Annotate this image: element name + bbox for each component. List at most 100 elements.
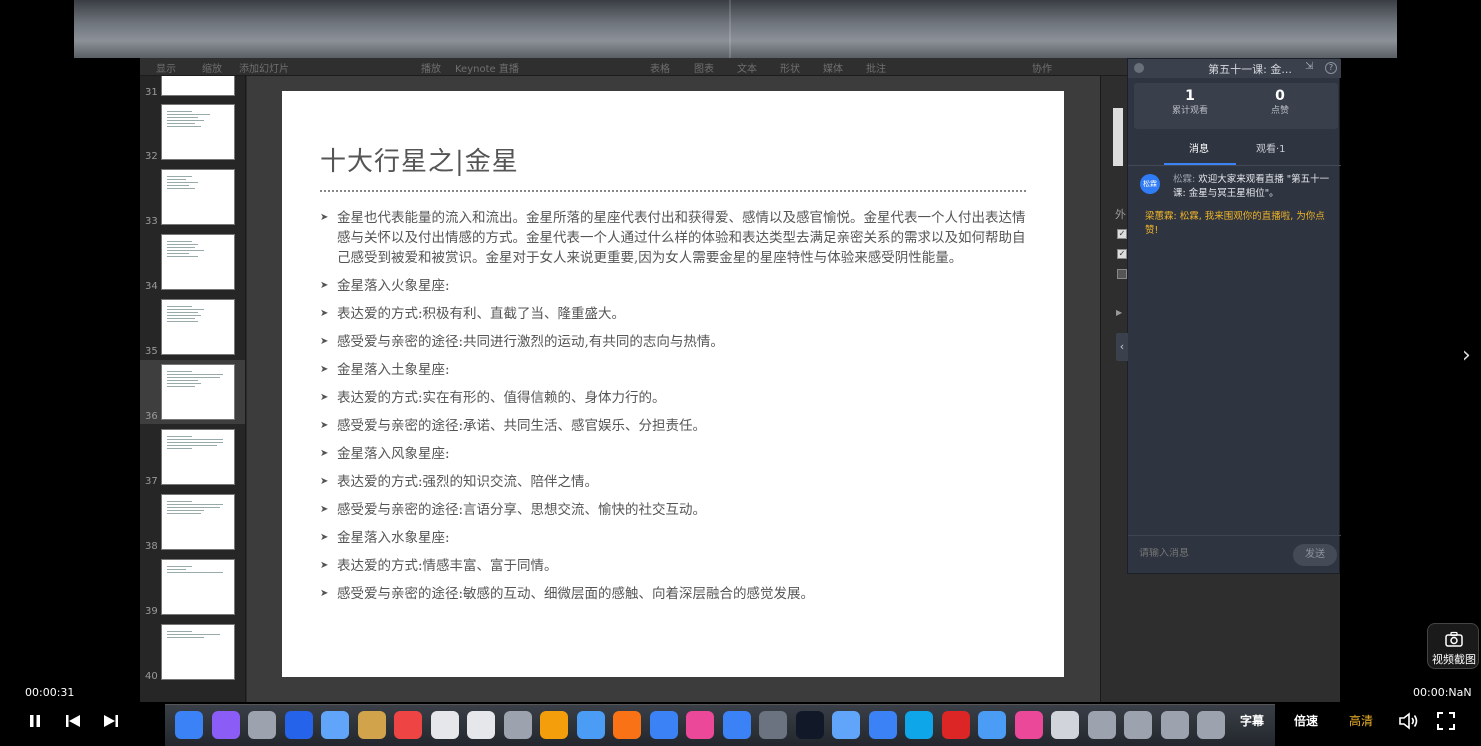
dock-app-icon[interactable]: [722, 711, 751, 739]
slide-thumbnail-selected: 36: [140, 360, 245, 424]
message-input-bar: 发送: [1128, 535, 1341, 575]
dock-app-icon[interactable]: [1197, 711, 1225, 739]
dock-app-icon[interactable]: [868, 711, 897, 739]
speed-button[interactable]: 倍速: [1294, 712, 1318, 729]
window-close-icon[interactable]: [1134, 63, 1144, 73]
toolbar-item: 形状: [780, 64, 800, 75]
likes-count: 0: [1275, 88, 1285, 104]
views-stat: 1 累计观看: [1150, 87, 1230, 117]
thumbnail-number: 33: [145, 216, 158, 227]
live-tabs: 消息 观看·1: [1128, 137, 1341, 167]
toolbar-item: 缩放: [202, 64, 222, 75]
help-icon[interactable]: ?: [1325, 62, 1337, 74]
likes-stat: 0 点赞: [1240, 87, 1320, 117]
dock-app-icon[interactable]: [905, 711, 933, 739]
dock-app-icon[interactable]: [795, 711, 824, 739]
thumbnail-image: [161, 364, 235, 420]
bullet-item: 金星落入土象星座:: [320, 360, 1026, 380]
dock-app-icon[interactable]: [649, 711, 678, 739]
tabs-divider: [1128, 165, 1341, 166]
dock-app-icon[interactable]: [430, 711, 459, 739]
bullet-item: 表达爱的方式:情感丰富、富于同情。: [320, 556, 1026, 576]
message-input[interactable]: [1139, 548, 1279, 559]
thumbnail-number: 34: [145, 281, 158, 292]
video-player[interactable]: 显示 缩放 添加幻灯片 播放 Keynote 直播 表格 图表 文本 形状 媒体…: [0, 0, 1481, 746]
slide-thumbnail: 31: [140, 76, 245, 100]
dock-app-icon[interactable]: [1160, 711, 1189, 739]
thumbnail-image: [161, 299, 235, 355]
inspector-checkbox: [1117, 269, 1127, 279]
thumbnail-number: 40: [145, 671, 158, 682]
current-time: 00:00:31: [25, 686, 75, 699]
live-panel-header: 第五十一课: 金... ⇲ ?: [1128, 59, 1341, 78]
toolbar-item: 媒体: [823, 64, 843, 75]
thumbnail-number: 36: [145, 411, 158, 422]
dock-app-icon[interactable]: [576, 711, 605, 739]
dock-app-icon[interactable]: [248, 711, 276, 739]
thumbnail-number: 39: [145, 606, 158, 617]
dock-app-icon[interactable]: [503, 711, 532, 739]
video-screenshot-button[interactable]: 视频截图: [1427, 623, 1479, 669]
inspector-checkbox: ✓: [1117, 229, 1127, 239]
collapse-panel-button[interactable]: ‹: [1116, 333, 1128, 361]
subtitle-button[interactable]: 字幕: [1240, 712, 1264, 729]
previous-icon[interactable]: [64, 710, 82, 732]
dock-app-icon[interactable]: [613, 711, 641, 739]
active-tab-indicator: [1164, 163, 1236, 165]
thumbnail-image: [161, 559, 235, 615]
thumbnail-image: [161, 169, 235, 225]
send-button[interactable]: 发送: [1293, 544, 1337, 566]
pause-icon[interactable]: [27, 710, 43, 732]
volume-icon[interactable]: [1397, 710, 1419, 732]
thumbnail-number: 35: [145, 346, 158, 357]
dock-app-icon[interactable]: [540, 711, 568, 739]
captured-desktop-strip: [74, 0, 1397, 58]
dock-app-icon[interactable]: [357, 711, 386, 739]
bullet-item: 感受爱与亲密的途径:言语分享、思想交流、愉快的社交互动。: [320, 500, 1026, 520]
views-label: 累计观看: [1171, 106, 1208, 116]
bullet-item: 表达爱的方式:积极有利、直截了当、隆重盛大。: [320, 304, 1026, 324]
toolbar-item: 文本: [737, 64, 757, 75]
dock-app-icon[interactable]: [321, 711, 349, 739]
dock-app-icon[interactable]: [1014, 711, 1043, 739]
dock-app-icon[interactable]: [1051, 711, 1079, 739]
dock-app-icon[interactable]: [1087, 711, 1116, 739]
next-icon[interactable]: [102, 710, 120, 732]
bullet-item: 表达爱的方式:强烈的知识交流、陪伴之情。: [320, 472, 1026, 492]
dock-app-icon[interactable]: [394, 711, 422, 739]
strip-seam: [729, 0, 731, 58]
thumbnail-number: 38: [145, 541, 158, 552]
views-count: 1: [1185, 88, 1195, 104]
next-video-chevron-icon[interactable]: ›: [1462, 343, 1471, 368]
tab-viewers[interactable]: 观看·1: [1256, 140, 1286, 155]
toolbar-item: 表格: [650, 64, 670, 75]
avatar: 松霖: [1140, 174, 1160, 194]
bullet-item: 金星落入水象星座:: [320, 528, 1026, 548]
current-slide: 十大行星之|金星 金星也代表能量的流入和流出。金星所落的星座代表付出和获得爱、感…: [282, 91, 1064, 677]
dock-app-icon[interactable]: [467, 711, 495, 739]
dock-app-icon[interactable]: [284, 711, 313, 739]
dock-app-icon[interactable]: [832, 711, 860, 739]
dock-app-icon[interactable]: [1124, 711, 1152, 739]
bullet-item: 金星也代表能量的流入和流出。金星所落的星座代表付出和获得爱、感情以及感官愉悦。金…: [320, 208, 1026, 268]
thumbnail-image: [161, 429, 235, 485]
tab-messages[interactable]: 消息: [1189, 140, 1209, 155]
fullscreen-icon[interactable]: [1435, 710, 1457, 732]
collapse-arrows-icon[interactable]: ⇲: [1305, 61, 1313, 72]
dock-app-icon[interactable]: [686, 711, 714, 739]
quality-button[interactable]: 高清: [1349, 712, 1373, 729]
slide-thumbnail: 33: [140, 165, 245, 229]
dock-app-icon[interactable]: [175, 711, 203, 739]
inspector-label: 外: [1115, 208, 1126, 221]
toolbar-item: 显示: [156, 64, 176, 75]
slide-thumbnail: 34: [140, 230, 245, 294]
dock-app-icon[interactable]: [759, 711, 787, 739]
dock-app-icon[interactable]: [978, 711, 1006, 739]
dock-app-icon[interactable]: [211, 711, 240, 739]
slide-bullet-list: 金星也代表能量的流入和流出。金星所落的星座代表付出和获得爱、感情以及感官愉悦。金…: [320, 208, 1026, 604]
dock-app-icon[interactable]: [941, 711, 970, 739]
disclosure-triangle-icon: ▶: [1116, 308, 1123, 317]
toolbar-item: 播放: [421, 64, 441, 75]
bullet-item: 金星落入风象星座:: [320, 444, 1026, 464]
live-broadcast-panel: ‹ 第五十一课: 金... ⇲ ? 1 累计观看 0 点赞 消息 观看·1 松霖: [1116, 58, 1341, 575]
